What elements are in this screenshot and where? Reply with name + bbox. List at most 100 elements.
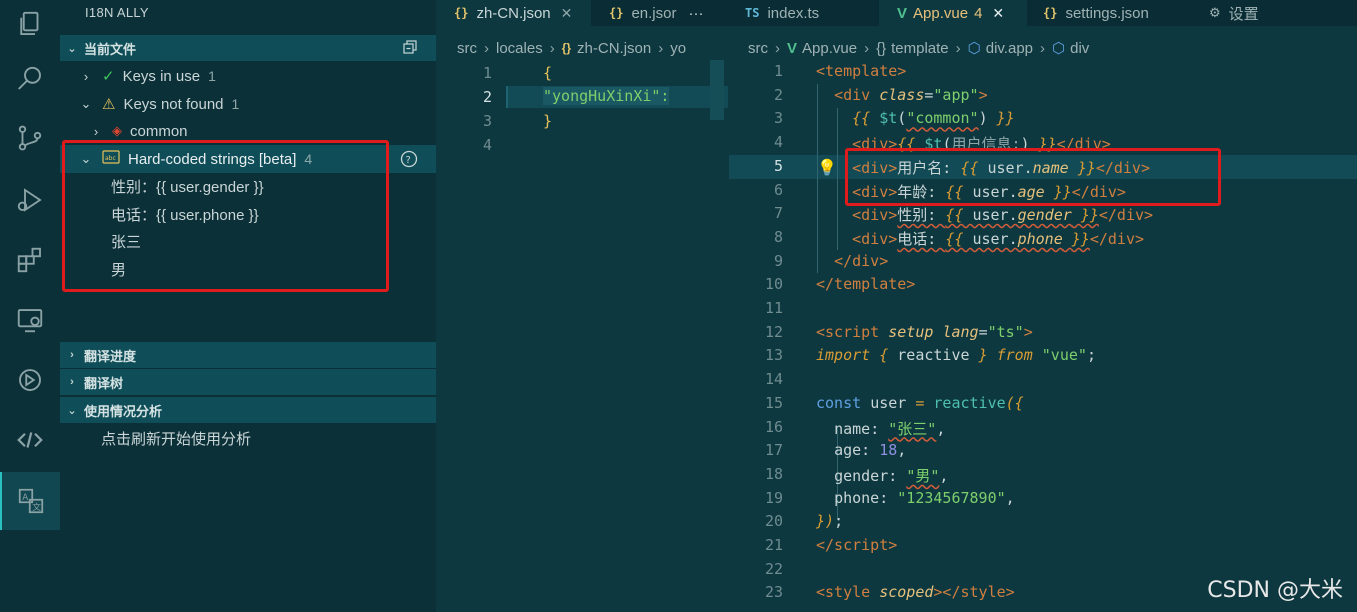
tab-label: 设置 (1228, 5, 1259, 23)
right-code-editor[interactable]: 💡 1 2 3 4 5 6 7 8 9 10 11 12 13 14 15 16 17 18 19 20 21 22 23 <… (729, 60, 1357, 612)
close-icon[interactable]: ✕ (561, 5, 573, 22)
line-number: 3 (482, 112, 492, 130)
line-number: 20 (764, 512, 783, 531)
translation-progress-header[interactable]: › 翻译进度 (60, 342, 436, 368)
code-line: <div>性别: {{ user.gender }}</div> (852, 206, 1154, 225)
close-icon[interactable]: ✕ (992, 5, 1004, 22)
breadcrumb-item[interactable]: template (891, 40, 949, 57)
tab-settings[interactable]: ⚙ 设置 (1193, 0, 1357, 26)
translation-tree-title: 翻译树 (84, 375, 124, 391)
translation-tree-header[interactable]: › 翻译树 (60, 369, 436, 395)
line-number: 19 (764, 488, 783, 507)
breadcrumb-item[interactable]: src (748, 40, 768, 57)
breadcrumb-item[interactable]: div.app (986, 40, 1033, 57)
keys-not-found-label: Keys not found (123, 95, 224, 113)
settings-icon: ⚙ (1209, 5, 1221, 20)
code-line: gender: "男", (834, 466, 949, 485)
breadcrumb-item[interactable]: App.vue (802, 40, 857, 57)
extensions-icon[interactable] (0, 236, 60, 284)
usage-analysis-hint[interactable]: 点击刷新开始使用分析 (60, 424, 436, 452)
i18n-ally-icon[interactable]: A文 (0, 472, 60, 530)
svg-text:A: A (22, 493, 28, 503)
line-number: 8 (773, 227, 783, 246)
svg-text:?: ? (406, 155, 411, 166)
breadcrumb-item[interactable]: zh-CN.json (577, 40, 651, 57)
chevron-right-icon: › (70, 349, 74, 361)
more-actions-icon[interactable]: ··· (688, 5, 703, 22)
code-line: phone: "1234567890", (834, 488, 1015, 507)
usage-analysis-header[interactable]: ⌄ 使用情况分析 (60, 397, 436, 423)
search-icon[interactable] (0, 55, 60, 103)
line-number: 4 (773, 133, 783, 152)
code-line: age: 18, (834, 441, 907, 460)
right-breadcrumb: src › V App.vue › {} template › ⬡ div.app › … (748, 36, 1348, 60)
code-link-icon[interactable] (0, 416, 60, 464)
line-number: 6 (773, 180, 783, 199)
line-number: 10 (764, 275, 783, 294)
remote-explorer-icon[interactable] (0, 296, 60, 344)
tab-index-ts[interactable]: TS index.ts (729, 0, 877, 26)
code-line: <script setup lang="ts"> (816, 322, 1033, 341)
code-line: </template> (816, 275, 916, 294)
vue-icon: V (897, 4, 908, 22)
current-file-title: 当前文件 (84, 41, 137, 57)
check-icon: ✓ (102, 68, 115, 85)
code-line: <div class="app"> (834, 85, 988, 104)
tab-zh-cn-json[interactable]: {} zh-CN.json ✕ (436, 0, 591, 26)
code-line: import { reactive } from "vue"; (816, 346, 1096, 365)
line-number: 9 (773, 251, 783, 270)
code-line: }); (816, 512, 844, 531)
chevron-right-icon: › (1040, 39, 1046, 57)
left-code-editor[interactable]: 1 2 3 4 { "yongHuXinXi": } (436, 60, 729, 612)
line-number: 11 (764, 299, 783, 317)
source-control-icon[interactable] (0, 114, 60, 162)
translation-progress-title: 翻译进度 (84, 348, 137, 364)
line-number: 14 (764, 370, 783, 389)
line-number: 2 (773, 85, 783, 104)
breadcrumb-item[interactable]: yo (670, 40, 686, 57)
line-number: 23 (764, 583, 783, 602)
tab-label: zh-CN.json (476, 4, 551, 22)
explorer-icon[interactable] (0, 0, 60, 48)
chevron-right-icon: › (864, 39, 870, 57)
line-number: 1 (482, 64, 492, 82)
tab-settings-json[interactable]: {} settings.json (1029, 0, 1191, 26)
code-line: name: "张三", (834, 419, 946, 438)
breadcrumb-item[interactable]: src (457, 40, 477, 57)
collapse-all-icon[interactable] (402, 39, 418, 58)
help-icon[interactable]: ? (400, 150, 418, 172)
usage-analysis-title: 使用情况分析 (84, 403, 163, 419)
tab-label: settings.json (1065, 4, 1149, 22)
chevron-right-icon: › (93, 123, 99, 139)
run-debug-icon[interactable] (0, 176, 60, 224)
json-icon: {} (561, 41, 572, 55)
svg-text:文: 文 (32, 501, 41, 513)
usage-analysis-hint-text: 点击刷新开始使用分析 (101, 430, 252, 448)
tab-label: en.jsor (631, 4, 677, 22)
code-line: <template> (816, 62, 907, 80)
keys-in-use-item[interactable]: › ✓ Keys in use 1 (60, 62, 436, 90)
scrollbar[interactable] (710, 60, 724, 120)
sidebar-title: I18N ALLY (85, 5, 149, 20)
chevron-right-icon: › (484, 39, 489, 57)
line-number: 2 (482, 88, 492, 106)
code-line: </script> (816, 536, 898, 554)
activity-bar: A文 (0, 0, 60, 612)
breadcrumb-item[interactable]: locales (496, 40, 543, 57)
left-tab-bar: {} zh-CN.json ✕ {} en.jsor ··· (436, 0, 729, 26)
json-icon: {} (454, 6, 469, 20)
breadcrumb-item[interactable]: div (1070, 40, 1089, 57)
tab-app-vue[interactable]: V App.vue 4 ✕ (879, 0, 1027, 26)
line-number: 22 (764, 559, 783, 578)
testing-icon[interactable] (0, 356, 60, 404)
chevron-right-icon: › (775, 39, 780, 57)
line-number: 12 (764, 322, 783, 341)
element-icon: ⬡ (1052, 40, 1066, 57)
keys-not-found-item[interactable]: ⌄ ⚠ Keys not found 1 (60, 90, 436, 118)
tab-en-json[interactable]: {} en.jsor ··· (593, 0, 729, 26)
red-highlight-box (62, 140, 389, 292)
line-number: 5 (773, 156, 783, 175)
chevron-down-icon: ⌄ (67, 42, 77, 55)
code-line: "yongHuXinXi": (543, 87, 670, 105)
current-file-section-header[interactable]: ⌄ 当前文件 (60, 35, 436, 61)
